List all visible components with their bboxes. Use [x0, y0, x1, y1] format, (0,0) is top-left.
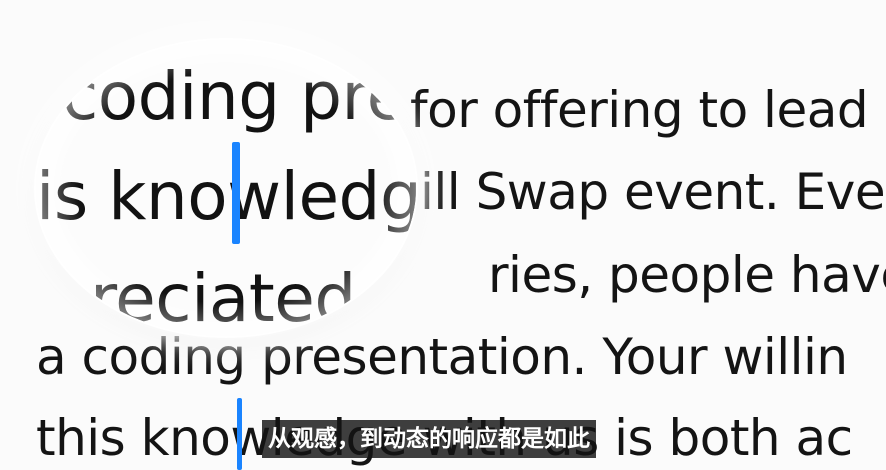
text-line-3: ries, people have b [488, 246, 886, 304]
text-line-1: for offering to lead [410, 81, 869, 139]
document-canvas[interactable]: for offering to lead ill Swap event. Eve… [0, 0, 886, 470]
text-magnifier-loupe: coding pre is knowledg reciated [36, 40, 416, 336]
text-cursor-icon[interactable] [237, 398, 242, 470]
magnified-line-2: is knowledg [36, 158, 416, 235]
magnified-cursor-icon [232, 142, 240, 244]
text-line-2: ill Swap event. Eve [420, 163, 886, 221]
video-subtitle: 从观感，到动态的响应都是如此 [262, 420, 596, 458]
text-line-4: a coding presentation. Your willin [36, 328, 848, 386]
magnified-line-3: reciated [90, 260, 356, 336]
magnifier-content: coding pre is knowledg reciated [36, 40, 416, 336]
magnified-line-1: coding pre [62, 58, 407, 135]
